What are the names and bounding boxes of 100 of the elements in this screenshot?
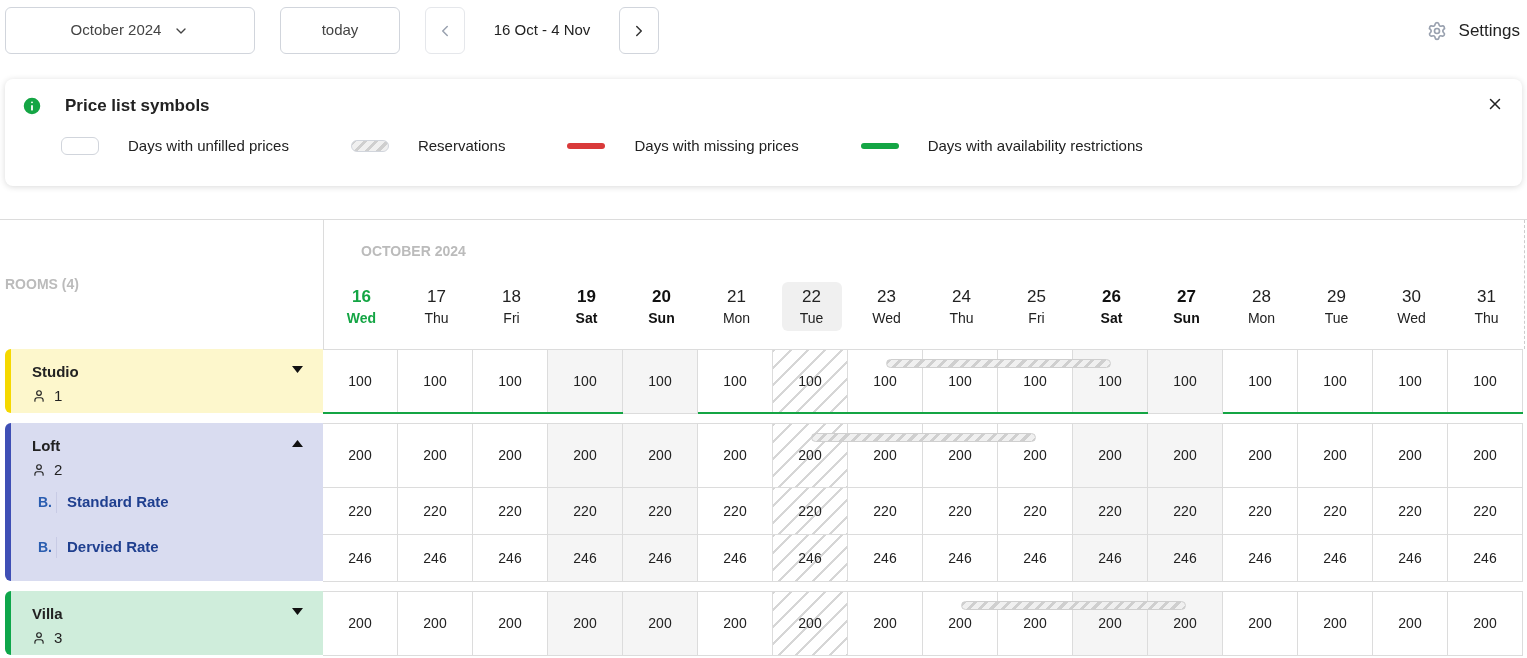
reservation-bar[interactable]: [885, 359, 1111, 368]
day-header[interactable]: 18 Fri: [474, 282, 549, 331]
price-cell[interactable]: 200: [398, 592, 473, 656]
price-cell[interactable]: 200: [1448, 592, 1523, 656]
price-cell[interactable]: 200: [1223, 592, 1298, 656]
price-cell[interactable]: 220: [548, 488, 623, 535]
price-cell[interactable]: 246: [1148, 535, 1223, 582]
room-panel[interactable]: Studio 1: [5, 349, 323, 413]
price-cell[interactable]: 100: [623, 350, 698, 414]
day-header[interactable]: 29 Tue: [1299, 282, 1374, 331]
price-cell[interactable]: 246: [1298, 535, 1373, 582]
price-cell[interactable]: 200: [1148, 592, 1223, 656]
price-cell[interactable]: 200: [1298, 592, 1373, 656]
today-button[interactable]: today: [280, 7, 400, 54]
price-cell[interactable]: 246: [998, 535, 1073, 582]
price-cell[interactable]: 200: [923, 592, 998, 656]
price-cell[interactable]: 100: [398, 350, 473, 414]
price-cell[interactable]: 220: [1148, 488, 1223, 535]
price-cell[interactable]: 200: [1373, 424, 1448, 488]
price-cell[interactable]: 200: [1073, 424, 1148, 488]
settings-button[interactable]: Settings: [1426, 17, 1520, 44]
price-cell[interactable]: 220: [998, 488, 1073, 535]
price-cell[interactable]: 220: [1373, 488, 1448, 535]
price-cell[interactable]: 100: [1148, 350, 1223, 414]
price-cell[interactable]: 220: [1073, 488, 1148, 535]
day-header[interactable]: 31 Thu: [1449, 282, 1524, 331]
price-cell[interactable]: 200: [548, 592, 623, 656]
price-cell[interactable]: 200: [623, 424, 698, 488]
price-cell[interactable]: 246: [398, 535, 473, 582]
price-cell[interactable]: 246: [548, 535, 623, 582]
price-cell[interactable]: 100: [1073, 350, 1148, 414]
price-cell[interactable]: 220: [773, 488, 848, 535]
day-header[interactable]: 26 Sat: [1074, 282, 1149, 331]
day-header[interactable]: 23 Wed: [849, 282, 924, 331]
price-cell[interactable]: 220: [923, 488, 998, 535]
collapse-icon[interactable]: [292, 440, 303, 447]
day-header[interactable]: 20 Sun: [624, 282, 699, 331]
rate-name[interactable]: Standard Rate: [67, 491, 169, 514]
price-cell[interactable]: 200: [1373, 592, 1448, 656]
price-cell[interactable]: 246: [1073, 535, 1148, 582]
previous-button[interactable]: [425, 7, 465, 54]
price-cell[interactable]: 100: [773, 350, 848, 414]
price-cell[interactable]: 200: [848, 592, 923, 656]
reservation-bar[interactable]: [810, 433, 1036, 442]
price-cell[interactable]: 220: [398, 488, 473, 535]
price-cell[interactable]: 220: [623, 488, 698, 535]
price-cell[interactable]: 200: [473, 592, 548, 656]
price-cell[interactable]: 246: [473, 535, 548, 582]
price-cell[interactable]: 220: [323, 488, 398, 535]
price-cell[interactable]: 246: [623, 535, 698, 582]
price-cell[interactable]: 246: [923, 535, 998, 582]
price-cell[interactable]: 246: [1448, 535, 1523, 582]
price-cell[interactable]: 246: [698, 535, 773, 582]
price-cell[interactable]: 200: [773, 592, 848, 656]
next-button[interactable]: [619, 7, 659, 54]
rate-name[interactable]: Dervied Rate: [67, 536, 159, 559]
price-cell[interactable]: 100: [1448, 350, 1523, 414]
price-cell[interactable]: 200: [698, 424, 773, 488]
day-header[interactable]: 24 Thu: [924, 282, 999, 331]
price-cell[interactable]: 200: [398, 424, 473, 488]
price-cell[interactable]: 100: [473, 350, 548, 414]
price-cell[interactable]: 100: [698, 350, 773, 414]
price-cell[interactable]: 200: [773, 424, 848, 488]
price-cell[interactable]: 200: [698, 592, 773, 656]
price-cell[interactable]: 246: [1223, 535, 1298, 582]
price-cell[interactable]: 200: [323, 424, 398, 488]
room-panel[interactable]: Villa 3: [5, 591, 323, 655]
price-cell[interactable]: 246: [773, 535, 848, 582]
price-cell[interactable]: 220: [473, 488, 548, 535]
price-cell[interactable]: 246: [848, 535, 923, 582]
day-header[interactable]: 21 Mon: [699, 282, 774, 331]
price-cell[interactable]: 200: [623, 592, 698, 656]
expand-icon[interactable]: [292, 608, 303, 615]
price-cell[interactable]: 220: [1448, 488, 1523, 535]
price-cell[interactable]: 100: [1223, 350, 1298, 414]
price-cell[interactable]: 220: [1298, 488, 1373, 535]
day-header[interactable]: 17 Thu: [399, 282, 474, 331]
price-cell[interactable]: 200: [548, 424, 623, 488]
price-cell[interactable]: 220: [848, 488, 923, 535]
day-header[interactable]: 25 Fri: [999, 282, 1074, 331]
day-header[interactable]: 27 Sun: [1149, 282, 1224, 331]
expand-icon[interactable]: [292, 366, 303, 373]
price-cell[interactable]: 200: [473, 424, 548, 488]
price-cell[interactable]: 100: [323, 350, 398, 414]
price-cell[interactable]: 100: [548, 350, 623, 414]
price-cell[interactable]: 200: [998, 424, 1073, 488]
reservation-bar[interactable]: [960, 601, 1186, 610]
price-cell[interactable]: 220: [698, 488, 773, 535]
day-header[interactable]: 19 Sat: [549, 282, 624, 331]
price-cell[interactable]: 100: [1373, 350, 1448, 414]
price-cell[interactable]: 200: [1298, 424, 1373, 488]
price-cell[interactable]: 200: [1148, 424, 1223, 488]
price-cell[interactable]: 200: [1448, 424, 1523, 488]
price-cell[interactable]: 200: [1223, 424, 1298, 488]
day-header[interactable]: 28 Mon: [1224, 282, 1299, 331]
room-panel[interactable]: Loft 2 B. Standard Rate B. Dervied Rate: [5, 423, 323, 581]
month-select[interactable]: October 2024: [5, 7, 255, 54]
price-cell[interactable]: 200: [323, 592, 398, 656]
price-cell[interactable]: 220: [1223, 488, 1298, 535]
day-header[interactable]: 30 Wed: [1374, 282, 1449, 331]
